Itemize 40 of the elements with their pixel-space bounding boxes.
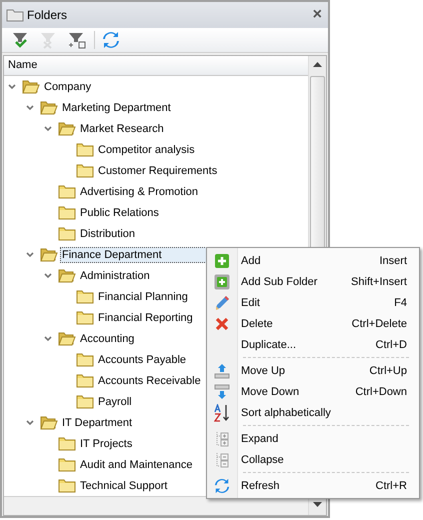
menu-item[interactable]: Move Down Ctrl+Down: [207, 381, 419, 402]
menu-item[interactable]: Refresh Ctrl+R: [207, 475, 419, 496]
menu-item[interactable]: Add Sub Folder Shift+Insert: [207, 271, 419, 292]
close-button[interactable]: ×: [310, 6, 324, 24]
tree-item[interactable]: Financial Reporting: [96, 310, 195, 326]
tree-item[interactable]: Audit and Maintenance: [78, 456, 195, 472]
shortcut-label: Ctrl+Down: [355, 386, 407, 398]
menu-item[interactable]: Move Up Ctrl+Up: [207, 360, 419, 381]
tree-item[interactable]: Technical Support: [78, 478, 170, 494]
tree-item[interactable]: Accounts Payable: [96, 352, 188, 368]
tree-item[interactable]: Distribution: [78, 226, 138, 242]
tree-item[interactable]: Administration: [78, 268, 152, 284]
tree-item[interactable]: Advertising & Promotion: [78, 184, 200, 200]
panel-title: Folders: [27, 8, 68, 22]
shortcut-label: F4: [394, 296, 407, 308]
menu-item[interactable]: Collapse: [207, 449, 419, 470]
menu-item[interactable]: Edit F4: [207, 292, 419, 313]
shortcut-label: Shift+Insert: [351, 276, 407, 288]
tree-item[interactable]: Competitor analysis: [96, 142, 197, 158]
shortcut-label: Ctrl+Delete: [352, 318, 407, 330]
tree-item[interactable]: Public Relations: [78, 204, 161, 220]
menu-item[interactable]: Expand: [207, 428, 419, 449]
shortcut-label: Ctrl+Up: [369, 364, 407, 376]
shortcut-label: Insert: [379, 254, 407, 266]
tree-item[interactable]: Customer Requirements: [96, 162, 220, 178]
tree-item[interactable]: Marketing Department: [60, 100, 173, 116]
tree-item[interactable]: Payroll: [96, 394, 134, 410]
menu-item[interactable]: Delete Ctrl+Delete: [207, 313, 419, 334]
tree-item[interactable]: Accounting: [78, 330, 136, 346]
tree-item[interactable]: IT Projects: [78, 436, 134, 452]
tree-item[interactable]: Accounts Receivable: [96, 372, 203, 388]
tree-item[interactable]: Company: [42, 78, 94, 94]
tree-item[interactable]: IT Department: [60, 414, 134, 430]
menu-item[interactable]: Duplicate... Ctrl+D: [207, 334, 419, 355]
tree-item[interactable]: Financial Planning: [96, 288, 190, 304]
shortcut-label: Ctrl+D: [376, 338, 407, 350]
menu-item[interactable]: Sort alphabetically: [207, 402, 419, 423]
shortcut-label: Ctrl+R: [376, 480, 407, 492]
column-header[interactable]: Name: [4, 56, 308, 76]
tree-item[interactable]: Market Research: [78, 120, 166, 136]
